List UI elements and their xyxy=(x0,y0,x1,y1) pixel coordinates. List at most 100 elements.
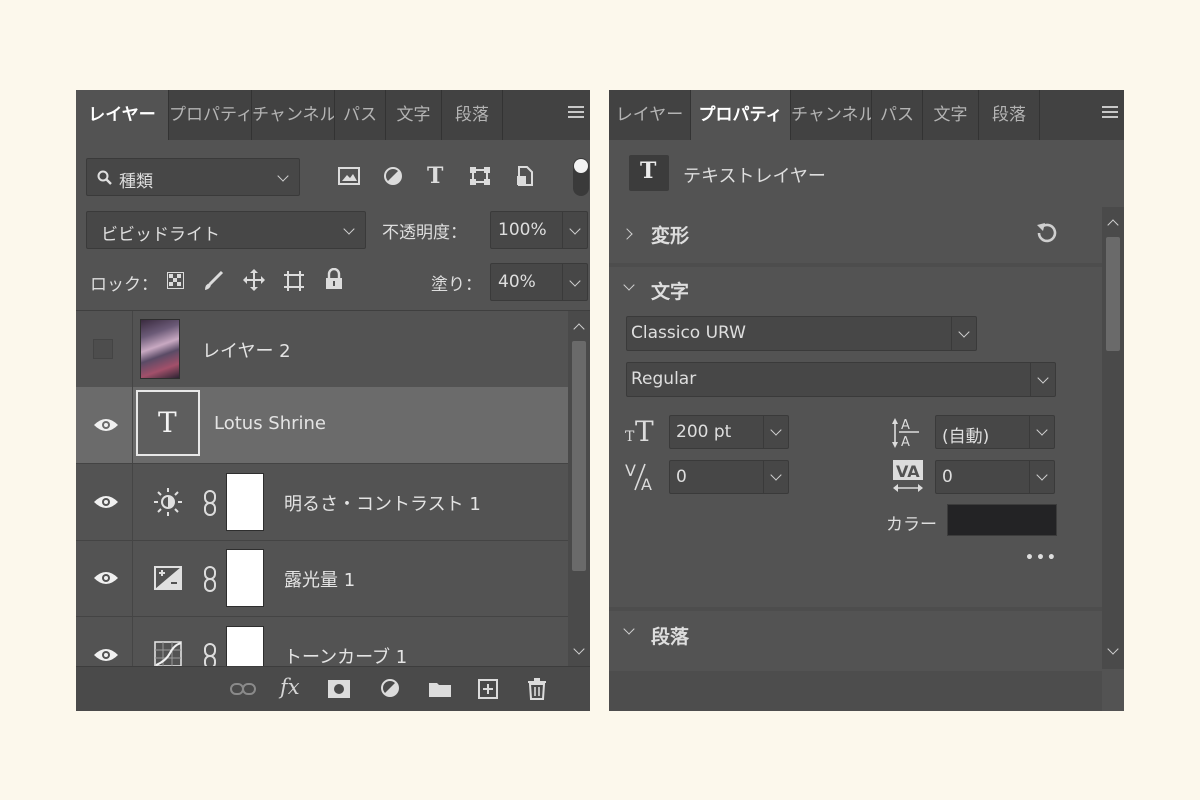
tab-layers[interactable]: レイヤー xyxy=(76,90,169,140)
fx-effects-icon[interactable]: fx xyxy=(280,675,300,699)
chevron-down-icon xyxy=(569,223,581,235)
layer-thumbnail xyxy=(140,319,180,379)
tab-channels[interactable]: チャンネル xyxy=(791,90,872,140)
properties-panel: レイヤー プロパティ チャンネル パス 文字 段落 T テキストレイヤー 変形 … xyxy=(609,90,1124,711)
svg-text:A: A xyxy=(901,418,910,433)
text-color-swatch[interactable] xyxy=(947,504,1057,536)
layer-mask-thumbnail[interactable] xyxy=(226,473,264,531)
eye-icon[interactable] xyxy=(93,570,119,586)
chevron-up-icon[interactable] xyxy=(573,323,585,335)
filter-toggle-switch[interactable] xyxy=(572,158,590,196)
blend-mode-dropdown[interactable]: ビビッドライト xyxy=(86,211,366,249)
layer-name[interactable]: Lotus Shrine xyxy=(214,413,326,434)
new-group-folder-icon[interactable] xyxy=(428,680,452,698)
layer-mask-thumbnail[interactable] xyxy=(226,549,264,607)
paragraph-section-header[interactable]: 段落 xyxy=(609,611,1102,671)
eye-icon[interactable] xyxy=(93,494,119,510)
eye-icon[interactable] xyxy=(93,647,119,663)
new-layer-icon[interactable] xyxy=(478,679,498,699)
tab-character[interactable]: 文字 xyxy=(386,90,442,140)
font-size-icon: TT xyxy=(625,417,654,445)
link-layers-icon[interactable] xyxy=(230,683,256,695)
adjustment-filter-icon[interactable] xyxy=(383,166,403,186)
tab-properties[interactable]: プロパティ xyxy=(169,90,252,140)
chevron-down-icon[interactable] xyxy=(1107,643,1119,655)
chevron-up-icon[interactable] xyxy=(1107,219,1119,231)
image-filter-icon[interactable] xyxy=(338,167,360,185)
eye-icon[interactable] xyxy=(93,417,119,433)
character-section-header[interactable]: 文字 xyxy=(609,267,1102,313)
opacity-field[interactable]: 100% xyxy=(490,211,588,249)
smart-object-filter-icon[interactable] xyxy=(515,165,535,187)
visibility-checkbox[interactable] xyxy=(93,339,113,359)
lock-transparent-icon[interactable] xyxy=(167,272,184,289)
font-style-dropdown[interactable]: Regular xyxy=(626,362,1056,397)
layer-row[interactable]: 明るさ・コントラスト 1 xyxy=(76,464,568,541)
layer-name[interactable]: 露光量 1 xyxy=(284,566,355,592)
layer-row[interactable]: レイヤー 2 xyxy=(76,311,568,388)
layer-name[interactable]: レイヤー 2 xyxy=(202,337,291,363)
tab-bar: レイヤー プロパティ チャンネル パス 文字 段落 xyxy=(609,90,1124,140)
character-section: 文字 Classico URW Regular TT 200 pt A A (自動… xyxy=(609,267,1102,607)
tracking-value: 0 xyxy=(942,467,953,487)
text-layer-kind-icon: T xyxy=(629,155,669,191)
tab-paths[interactable]: パス xyxy=(335,90,386,140)
tab-character[interactable]: 文字 xyxy=(923,90,979,140)
opacity-value: 100% xyxy=(498,220,547,240)
lock-all-icon[interactable] xyxy=(325,268,343,290)
layer-row[interactable]: T Lotus Shrine xyxy=(76,387,568,464)
scroll-thumb[interactable] xyxy=(1106,237,1120,351)
layers-bottom-toolbar: fx xyxy=(76,666,590,711)
tab-paths[interactable]: パス xyxy=(872,90,923,140)
font-size-field[interactable]: 200 pt xyxy=(669,415,789,449)
properties-scrollbar[interactable] xyxy=(1102,207,1124,669)
trash-delete-icon[interactable] xyxy=(527,678,547,700)
layer-name[interactable]: 明るさ・コントラスト 1 xyxy=(284,490,481,516)
leading-field[interactable]: (自動) xyxy=(935,415,1055,449)
panel-menu-icon[interactable] xyxy=(568,106,584,120)
type-filter-icon[interactable]: T xyxy=(427,163,443,189)
tab-paragraph[interactable]: 段落 xyxy=(442,90,503,140)
chevron-down-icon[interactable] xyxy=(573,643,585,655)
tab-paragraph[interactable]: 段落 xyxy=(979,90,1040,140)
font-family-dropdown[interactable]: Classico URW xyxy=(626,316,977,351)
new-adjustment-layer-icon[interactable] xyxy=(380,678,402,700)
divider xyxy=(132,464,133,540)
more-options-button[interactable]: ••• xyxy=(1025,550,1058,566)
tab-properties[interactable]: プロパティ xyxy=(691,90,791,140)
svg-text:A: A xyxy=(641,475,652,494)
curves-icon xyxy=(154,641,182,667)
search-icon xyxy=(97,170,112,185)
link-chain-icon[interactable] xyxy=(202,565,218,593)
lock-artboard-icon[interactable] xyxy=(282,269,306,293)
layers-scrollbar[interactable] xyxy=(568,311,590,667)
font-family-value: Classico URW xyxy=(631,323,746,343)
color-label: カラー xyxy=(886,515,937,535)
lock-position-move-icon[interactable] xyxy=(242,268,266,292)
layer-filter-dropdown[interactable]: 種類 xyxy=(86,158,300,196)
shape-filter-icon[interactable] xyxy=(469,166,491,186)
reset-transform-icon[interactable] xyxy=(1033,221,1057,245)
tab-channels[interactable]: チャンネル xyxy=(252,90,335,140)
link-chain-icon[interactable] xyxy=(202,489,218,517)
opacity-label: 不透明度： xyxy=(382,223,467,243)
fill-field[interactable]: 40% xyxy=(490,263,588,301)
chevron-down-icon xyxy=(770,469,782,481)
transform-section-header[interactable]: 変形 xyxy=(609,207,1102,263)
tracking-icon: VA xyxy=(893,460,923,492)
scroll-thumb[interactable] xyxy=(572,341,586,571)
chevron-down-icon xyxy=(1036,424,1048,436)
chevron-down-icon xyxy=(569,275,581,287)
layer-row[interactable]: 露光量 1 xyxy=(76,540,568,617)
blend-mode-value: ビビッドライト xyxy=(101,225,220,245)
text-layer-thumbnail: T xyxy=(136,390,200,456)
kerning-field[interactable]: 0 xyxy=(669,460,789,494)
type-icon: T xyxy=(158,406,177,439)
svg-text:T: T xyxy=(625,429,635,445)
lock-pixels-brush-icon[interactable] xyxy=(202,270,224,292)
add-mask-icon[interactable] xyxy=(327,679,351,699)
tracking-field[interactable]: 0 xyxy=(935,460,1055,494)
tab-layers[interactable]: レイヤー xyxy=(609,90,691,140)
panel-menu-icon[interactable] xyxy=(1102,106,1118,120)
chevron-down-icon xyxy=(958,326,970,338)
